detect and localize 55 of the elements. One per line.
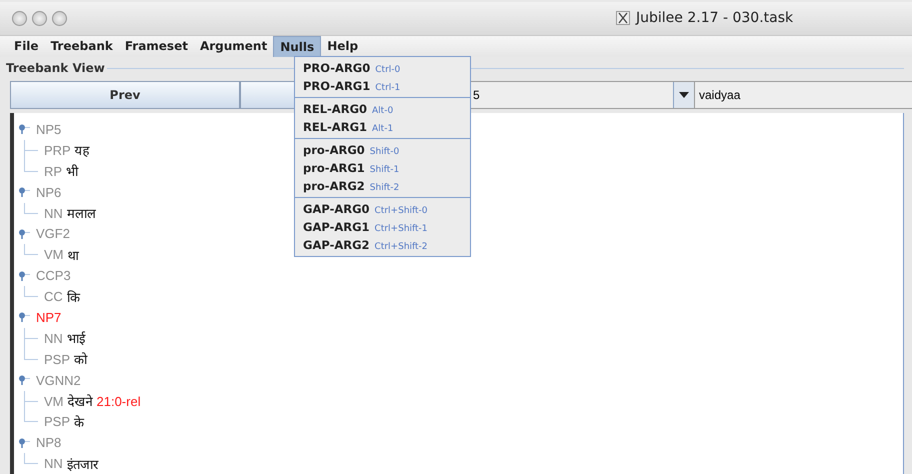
shortcut-hint: Alt-1 [372, 124, 394, 134]
word-text: भी [66, 163, 78, 180]
shortcut-hint: Ctrl+Shift-0 [374, 206, 428, 216]
close-button[interactable] [12, 11, 27, 26]
shortcut-hint: Ctrl+Shift-1 [374, 224, 428, 234]
shortcut-hint: Shift-2 [370, 183, 400, 193]
dropdown-arrow-icon [679, 92, 689, 98]
shortcut-hint: Ctrl+Shift-2 [374, 242, 428, 252]
shortcut-hint: Ctrl-1 [375, 83, 400, 93]
menu-option[interactable]: REL-ARG0 [303, 102, 368, 116]
menu-option[interactable]: PRO-ARG0 [303, 61, 370, 75]
annotation-label: 21:0-rel [96, 394, 141, 409]
menu-item[interactable]: Nulls [273, 36, 322, 57]
menu-option[interactable]: pro-ARG2 [303, 179, 365, 193]
expand-handle-icon[interactable] [18, 228, 30, 239]
menu-option[interactable]: GAP-ARG1 [303, 220, 370, 234]
expand-handle-icon[interactable] [18, 438, 30, 448]
expand-handle-icon[interactable] [18, 312, 30, 322]
prev-button[interactable]: Prev [10, 81, 240, 109]
expand-handle-icon[interactable] [18, 187, 30, 198]
menu-item[interactable]: Treebank [44, 36, 119, 57]
sentence-combo[interactable]: 5 [470, 81, 695, 109]
word-text: के [74, 414, 84, 431]
menu-option[interactable]: pro-ARG1 [303, 161, 365, 175]
panel-title: Treebank View [6, 61, 106, 75]
menu-item[interactable]: File [8, 36, 45, 57]
menu-option[interactable]: GAP-ARG0 [303, 202, 370, 216]
word-text: था [68, 246, 78, 264]
word-text: देखने [68, 393, 92, 410]
word-text: इंतजार [66, 456, 98, 473]
zoom-button[interactable] [52, 11, 67, 26]
shortcut-hint: Ctrl-0 [375, 65, 400, 75]
user-field[interactable]: vaidyaa [695, 81, 912, 109]
window-title: Jubilee 2.17 - 030.task [636, 10, 794, 26]
word-text: भाई [66, 330, 85, 348]
shortcut-hint: Shift-0 [370, 147, 400, 157]
menu-item[interactable]: Argument [194, 36, 274, 57]
menu-option[interactable]: PRO-ARG1 [303, 79, 370, 93]
x-window-icon [616, 11, 630, 25]
menu-item[interactable]: Frameset [118, 36, 194, 57]
word-text: कि [66, 288, 80, 306]
menu-option[interactable]: pro-ARG0 [303, 143, 365, 157]
expand-handle-icon[interactable] [18, 270, 30, 281]
expand-handle-icon[interactable] [18, 375, 30, 386]
shortcut-hint: Alt-0 [372, 106, 394, 116]
menu-item[interactable]: Help [321, 36, 364, 57]
shortcut-hint: Shift-1 [370, 165, 400, 175]
word-text: को [74, 351, 88, 368]
expand-handle-icon[interactable] [18, 124, 30, 134]
menu-option[interactable]: REL-ARG1 [303, 120, 368, 134]
menu-option[interactable]: GAP-ARG2 [303, 238, 370, 252]
word-text: यह [74, 142, 90, 160]
word-text: मलाल [66, 205, 96, 222]
minimize-button[interactable] [32, 11, 47, 26]
tree-node-label[interactable]: NP7 [36, 310, 62, 325]
